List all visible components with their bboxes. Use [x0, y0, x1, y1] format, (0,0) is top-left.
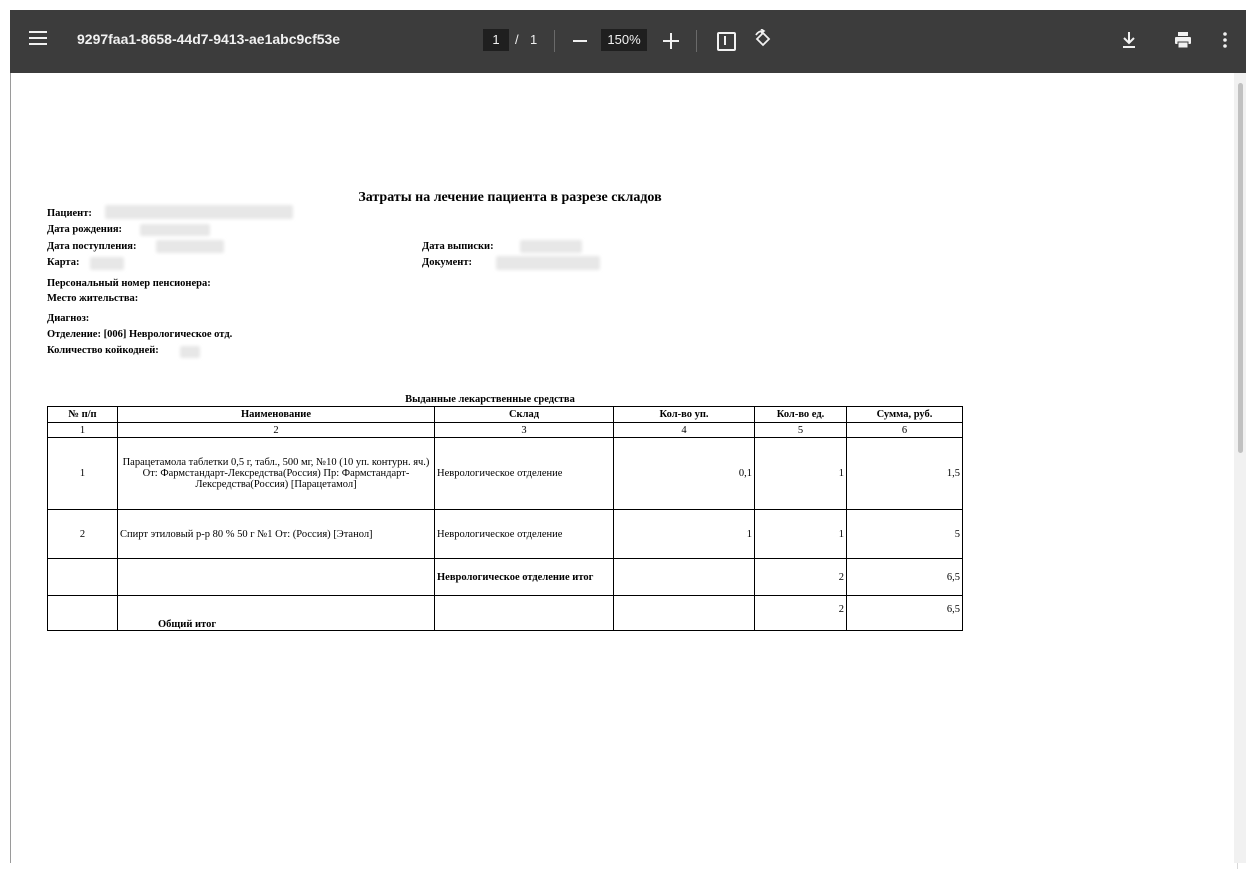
redacted-card	[90, 257, 124, 270]
redacted-document	[496, 256, 600, 270]
header-packs: Кол-во уп.	[613, 406, 755, 423]
download-icon[interactable]	[1118, 29, 1140, 51]
zoom-input[interactable]: 150%	[601, 29, 647, 51]
total-label: Общий итог	[117, 595, 435, 631]
empty-cell	[47, 558, 118, 596]
row-units: 1	[754, 437, 847, 510]
header-warehouse: Склад	[434, 406, 614, 423]
total-sum: 6,5	[846, 595, 963, 631]
fit-page-icon[interactable]	[717, 32, 736, 51]
patient-label: Пациент:	[47, 208, 92, 219]
row-warehouse: Неврологическое отделение	[434, 437, 614, 510]
page-total: 1	[530, 32, 538, 47]
row-num: 2	[47, 509, 118, 559]
header-name: Наименование	[117, 406, 435, 423]
redacted-birth-date	[140, 224, 210, 236]
menu-icon[interactable]	[29, 31, 47, 49]
vertical-scrollbar[interactable]	[1234, 73, 1246, 863]
row-packs: 0,1	[613, 437, 755, 510]
row-drug-name: Спирт этиловый р-р 80 % 50 г №1 От: (Рос…	[117, 509, 435, 559]
toolbar-divider	[696, 30, 697, 52]
empty-cell	[434, 595, 614, 631]
bed-days-label: Количество койкодней:	[47, 345, 159, 356]
header-units: Кол-во ед.	[754, 406, 847, 423]
empty-cell	[47, 595, 118, 631]
minus-icon[interactable]	[573, 40, 587, 42]
header-num: № п/п	[47, 406, 118, 423]
admission-date-label: Дата поступления:	[47, 241, 137, 252]
column-number: 5	[754, 422, 847, 438]
empty-cell	[613, 558, 755, 596]
column-number: 6	[846, 422, 963, 438]
total-units: 2	[754, 595, 847, 631]
column-number: 1	[47, 422, 118, 438]
card-label: Карта:	[47, 257, 80, 268]
redacted-patient	[105, 205, 293, 219]
empty-cell	[117, 558, 435, 596]
subtotal-label: Неврологическое отделение итог	[434, 558, 614, 596]
column-number-row: 1 2 3 4 5 6	[47, 422, 963, 438]
department-label: Отделение: [006] Неврологическое отд.	[47, 329, 233, 340]
row-drug-name: Парацетамола таблетки 0,5 г, табл., 500 …	[117, 437, 435, 510]
total-row: Общий итог 2 6,5	[47, 595, 963, 631]
toolbar-divider	[554, 30, 555, 52]
discharge-date-label: Дата выписки:	[422, 241, 494, 252]
plus-icon[interactable]	[663, 33, 679, 49]
report-title: Затраты на лечение пациента в разрезе ск…	[358, 190, 662, 205]
header-sum: Сумма, руб.	[846, 406, 963, 423]
empty-cell	[613, 595, 755, 631]
page-separator: /	[515, 32, 519, 47]
row-units: 1	[754, 509, 847, 559]
table-row: 1 Парацетамола таблетки 0,5 г, табл., 50…	[47, 437, 963, 510]
document-title: 9297faa1-8658-44d7-9413-ae1abc9cf53e	[77, 31, 341, 47]
subtotal-row: Неврологическое отделение итог 2 6,5	[47, 558, 963, 596]
table-row: 2 Спирт этиловый р-р 80 % 50 г №1 От: (Р…	[47, 509, 963, 559]
table-caption: Выданные лекарственные средства	[405, 394, 575, 405]
pdf-toolbar: 9297faa1-8658-44d7-9413-ae1abc9cf53e 1 /…	[10, 10, 1246, 73]
rotate-icon[interactable]	[752, 29, 774, 51]
page-number-input[interactable]: 1	[483, 29, 509, 51]
document-label: Документ:	[422, 257, 473, 268]
column-number: 2	[117, 422, 435, 438]
redacted-discharge-date	[520, 240, 582, 253]
birth-date-label: Дата рождения:	[47, 224, 123, 235]
more-vert-icon[interactable]	[1214, 29, 1236, 51]
row-packs: 1	[613, 509, 755, 559]
row-sum: 1,5	[846, 437, 963, 510]
residence-label: Место жительства:	[47, 293, 139, 304]
diagnosis-label: Диагноз:	[47, 313, 90, 324]
scrollbar-thumb[interactable]	[1238, 83, 1243, 453]
table-header-row: № п/п Наименование Склад Кол-во уп. Кол-…	[47, 406, 963, 423]
subtotal-sum: 6,5	[846, 558, 963, 596]
pension-number-label: Персональный номер пенсионера:	[47, 278, 211, 289]
column-number: 4	[613, 422, 755, 438]
redacted-bed-days	[180, 346, 200, 358]
redacted-admission-date	[156, 240, 224, 253]
drugs-table: № п/п Наименование Склад Кол-во уп. Кол-…	[47, 406, 963, 631]
row-warehouse: Неврологическое отделение	[434, 509, 614, 559]
subtotal-units: 2	[754, 558, 847, 596]
document-viewport[interactable]: Затраты на лечение пациента в разрезе ск…	[10, 73, 1246, 869]
row-sum: 5	[846, 509, 963, 559]
column-number: 3	[434, 422, 614, 438]
print-icon[interactable]	[1172, 29, 1194, 51]
row-num: 1	[47, 437, 118, 510]
